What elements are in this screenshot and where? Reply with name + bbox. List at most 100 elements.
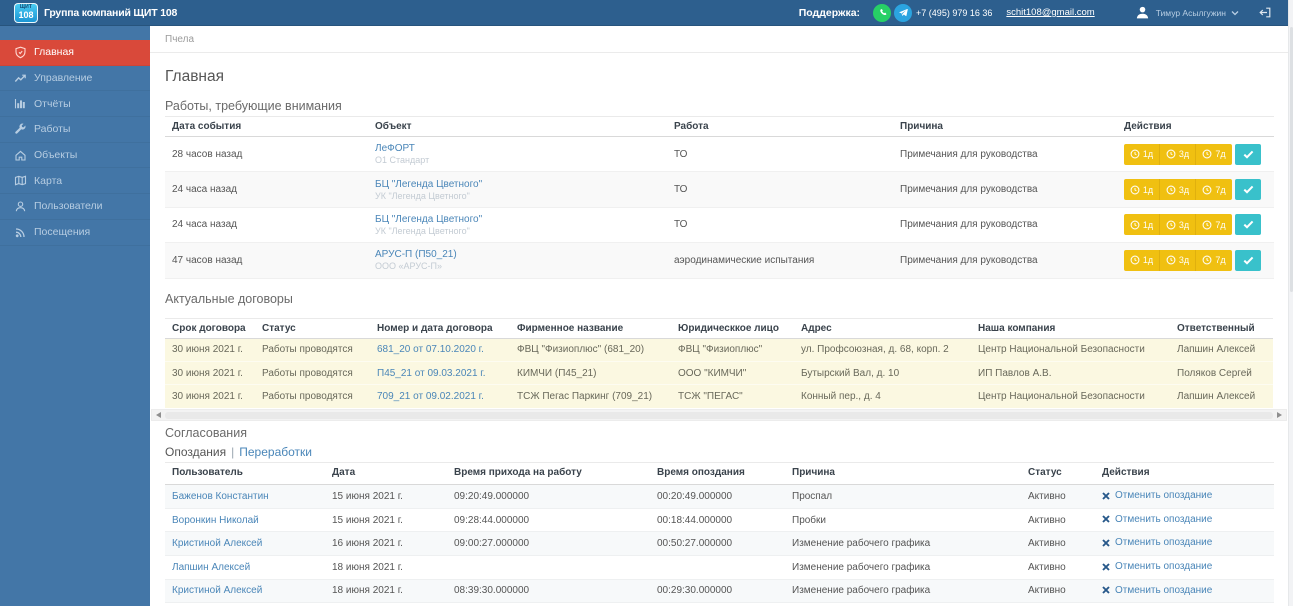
postpone-7д-button[interactable]: 7д	[1196, 214, 1232, 235]
check-icon	[1243, 220, 1254, 229]
horizontal-scrollbar-thumb[interactable]	[165, 412, 1273, 419]
contract-link[interactable]: П45_21 от 09.03.2021 г.	[377, 368, 486, 379]
sidebar-item-управление[interactable]: Управление	[0, 66, 150, 92]
user-link[interactable]: Кристиной Алексей	[172, 538, 262, 549]
column-header: Пользователь	[165, 463, 325, 485]
postpone-1д-button[interactable]: 1д	[1124, 214, 1160, 235]
column-header: Причина	[893, 117, 1117, 137]
support-email[interactable]: schit108@gmail.com	[1006, 7, 1094, 18]
cancel-lateness-link[interactable]: Отменить опоздание	[1102, 490, 1212, 501]
column-header: Дата	[325, 463, 447, 485]
sidebar-item-объекты[interactable]: Объекты	[0, 143, 150, 169]
tab-overtime[interactable]: Переработки	[239, 445, 312, 459]
cancel-lateness-link[interactable]: Отменить опоздание	[1102, 537, 1212, 548]
object-link[interactable]: ЛеФОРТ	[375, 142, 660, 155]
postpone-7д-button[interactable]: 7д	[1196, 179, 1232, 200]
user-avatar-icon	[1135, 5, 1150, 20]
postpone-button-label: 3д	[1179, 185, 1189, 195]
cancel-lateness-link[interactable]: Отменить опоздание	[1102, 514, 1212, 525]
postpone-button-label: 7д	[1215, 220, 1225, 230]
telegram-icon[interactable]	[894, 4, 912, 22]
cell-work: ТО	[667, 207, 893, 242]
cancel-lateness-link[interactable]: Отменить опоздание	[1102, 585, 1212, 596]
topbar: ЩИТ 108 Группа компаний ЩИТ 108 Поддержк…	[0, 0, 1288, 26]
page-title: Главная	[165, 67, 1274, 86]
user-link[interactable]: Кристиной Алексей	[172, 585, 262, 596]
object-link[interactable]: БЦ "Легенда Цветного"	[375, 178, 660, 191]
postpone-3д-button[interactable]: 3д	[1160, 144, 1196, 165]
clock-icon	[1166, 149, 1176, 159]
sidebar-item-label: Управление	[34, 72, 92, 84]
approvals-table: ПользовательДатаВремя прихода на работу В…	[165, 462, 1274, 603]
logout-icon[interactable]	[1258, 6, 1272, 19]
postpone-7д-button[interactable]: 7д	[1196, 250, 1232, 271]
cell-event-date: 28 часов назад	[165, 137, 368, 172]
sidebar-item-работы[interactable]: Работы	[0, 117, 150, 143]
attention-row: 47 часов назадАРУС-П (П50_21)ООО «АРУС-П…	[165, 243, 1274, 278]
clock-icon	[1202, 220, 1212, 230]
scroll-right-arrow-icon[interactable]	[1274, 410, 1285, 420]
horizontal-scrollbar[interactable]	[151, 409, 1287, 421]
postpone-3д-button[interactable]: 3д	[1160, 214, 1196, 235]
clock-icon	[1166, 220, 1176, 230]
sidebar-item-посещения[interactable]: Посещения	[0, 220, 150, 246]
postpone-1д-button[interactable]: 1д	[1124, 250, 1160, 271]
postpone-7д-button[interactable]: 7д	[1196, 144, 1232, 165]
x-icon	[1102, 492, 1110, 500]
company-logo[interactable]: ЩИТ 108	[14, 3, 38, 23]
postpone-3д-button[interactable]: 3д	[1160, 179, 1196, 200]
main-content: Пчела Главная Работы, требующие внимания…	[150, 26, 1288, 606]
support-phone[interactable]: +7 (495) 979 16 36	[916, 8, 992, 18]
user-link[interactable]: Лапшин Алексей	[172, 562, 250, 573]
tab-late[interactable]: Опоздания	[165, 445, 226, 459]
postpone-button-label: 1д	[1143, 220, 1153, 230]
whatsapp-icon[interactable]	[873, 4, 891, 22]
cell-arrival-time: 08:39:30.000000	[447, 579, 650, 603]
complete-button[interactable]	[1235, 144, 1261, 165]
cell-date: 16 июня 2021 г.	[325, 532, 447, 556]
cell-actions: 1д 3д 7д	[1117, 172, 1274, 207]
contract-link[interactable]: 709_21 от 09.02.2021 г.	[377, 391, 484, 402]
user-icon	[14, 200, 27, 213]
postpone-button-label: 7д	[1215, 149, 1225, 159]
chevron-down-icon	[1231, 10, 1239, 16]
user-link[interactable]: Баженов Константин	[172, 491, 269, 502]
column-header: Ответственный	[1170, 318, 1273, 338]
sidebar-item-пользователи[interactable]: Пользователи	[0, 194, 150, 220]
contract-row: 30 июня 2021 г.Работы проводятся681_20 о…	[165, 338, 1273, 361]
breadcrumb-item[interactable]: Пчела	[165, 34, 194, 45]
cell-status: Работы проводятся	[255, 385, 370, 408]
user-link[interactable]: Воронкин Николай	[172, 515, 259, 526]
scroll-left-arrow-icon[interactable]	[153, 410, 164, 420]
postpone-3д-button[interactable]: 3д	[1160, 250, 1196, 271]
approvals-tabs: Опоздания | Переработки	[165, 445, 1274, 459]
column-header: Время прихода на работу	[447, 463, 650, 485]
check-icon	[1243, 185, 1254, 194]
sidebar-item-карта[interactable]: Карта	[0, 168, 150, 194]
cell-late-time	[650, 556, 785, 580]
cell-address: ул. Профсоюзная, д. 68, корп. 2	[794, 338, 971, 361]
postpone-1д-button[interactable]: 1д	[1124, 144, 1160, 165]
sidebar-item-отчёты[interactable]: Отчёты	[0, 91, 150, 117]
contract-link[interactable]: 681_20 от 07.10.2020 г.	[377, 344, 484, 355]
cancel-lateness-link[interactable]: Отменить опоздание	[1102, 561, 1212, 572]
cell-manager: Лапшин Алексей	[1170, 385, 1273, 408]
sidebar-item-главная[interactable]: Главная	[0, 40, 150, 66]
user-menu[interactable]: Тимур Асылгужин	[1135, 5, 1239, 20]
check-icon	[1243, 256, 1254, 265]
postpone-1д-button[interactable]: 1д	[1124, 179, 1160, 200]
vertical-scrollbar[interactable]	[1288, 0, 1293, 606]
cell-object: ЛеФОРТО1 Стандарт	[368, 137, 667, 172]
cell-late-status: Активно	[1021, 532, 1095, 556]
complete-button[interactable]	[1235, 250, 1261, 271]
complete-button[interactable]	[1235, 179, 1261, 200]
object-link[interactable]: БЦ "Легенда Цветного"	[375, 213, 660, 226]
complete-button[interactable]	[1235, 214, 1261, 235]
approvals-section-title: Согласования	[165, 426, 1274, 441]
attention-row: 28 часов назадЛеФОРТО1 СтандартТОПримеча…	[165, 137, 1274, 172]
column-header: Адрес	[794, 318, 971, 338]
tab-separator: |	[231, 445, 234, 459]
object-link[interactable]: АРУС-П (П50_21)	[375, 248, 660, 261]
object-subtitle: УК "Легенда Цветного"	[375, 226, 660, 237]
clock-icon	[1202, 149, 1212, 159]
